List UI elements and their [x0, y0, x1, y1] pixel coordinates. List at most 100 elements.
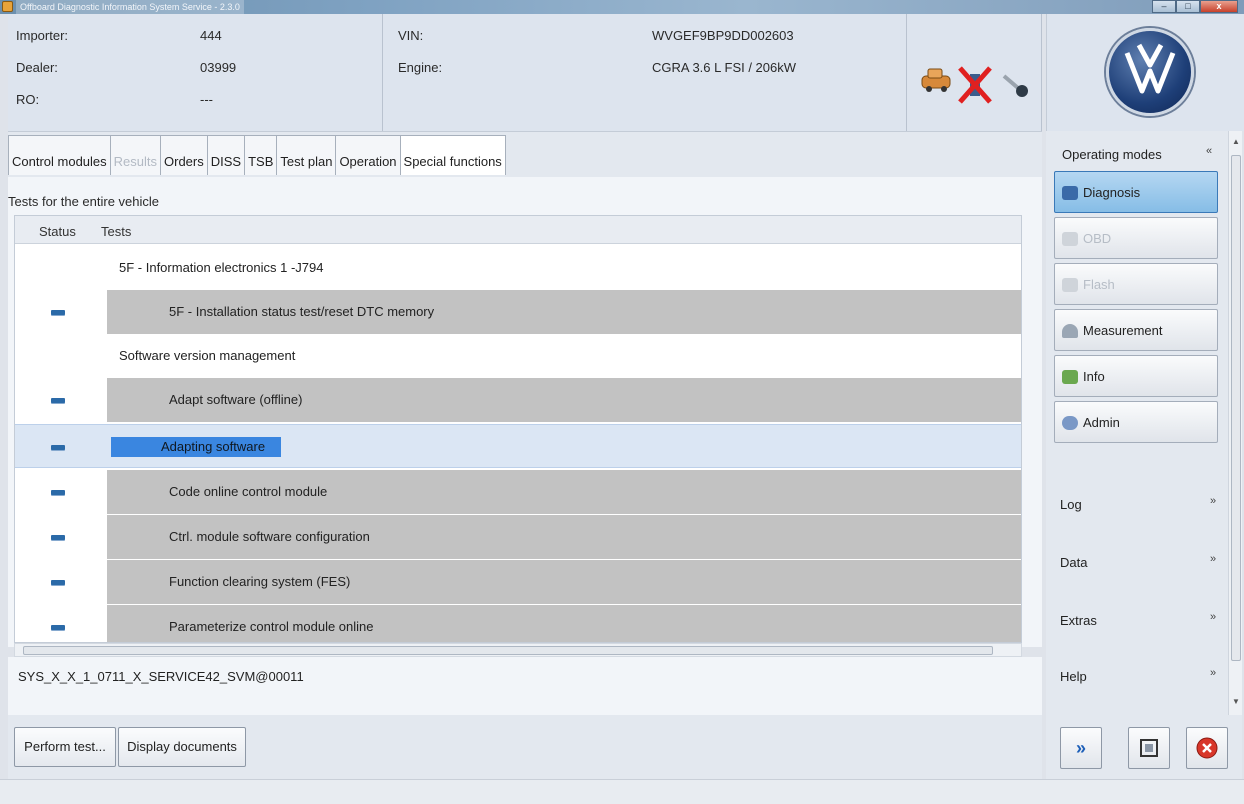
scroll-thumb[interactable]: [23, 646, 993, 655]
screenshot-icon: [1140, 739, 1158, 757]
mode-info-button[interactable]: Info: [1054, 355, 1218, 397]
sidebar-scrollbar[interactable]: ▲ ▼: [1228, 131, 1242, 715]
column-header-tests[interactable]: Tests: [101, 224, 131, 239]
test-cell: Code online control module: [107, 470, 1021, 514]
tab-control-modules[interactable]: Control modules: [8, 135, 111, 175]
table-header: Status Tests: [15, 216, 1021, 244]
scroll-thumb[interactable]: [1231, 155, 1241, 661]
tab-diss[interactable]: DISS: [206, 135, 246, 175]
table-row[interactable]: 5F - Installation status test/reset DTC …: [15, 290, 1021, 334]
table-row[interactable]: Adapt software (offline): [15, 378, 1021, 422]
test-cell: 5F - Information electronics 1 -J794: [107, 246, 1021, 290]
car-icon: [921, 68, 951, 92]
screenshot-button[interactable]: [1128, 727, 1170, 769]
maximize-button[interactable]: □: [1176, 0, 1200, 13]
exit-icon: [1196, 737, 1218, 759]
test-id-text: SYS_X_X_1_0711_X_SERVICE42_SVM@00011: [18, 669, 304, 684]
status-indicator-icon: [51, 580, 65, 585]
scroll-down-icon[interactable]: ▼: [1232, 697, 1240, 706]
sidebar-section-data[interactable]: Data »: [1052, 537, 1220, 593]
close-button[interactable]: x: [1200, 0, 1238, 13]
status-cell: [15, 515, 107, 559]
tab-orders[interactable]: Orders: [160, 135, 208, 175]
mode-label: OBD: [1083, 231, 1112, 246]
display-documents-button[interactable]: Display documents: [118, 727, 246, 767]
scroll-up-icon[interactable]: ▲: [1232, 137, 1240, 146]
exit-button[interactable]: [1186, 727, 1228, 769]
tab-test-plan[interactable]: Test plan: [276, 135, 337, 175]
horizontal-scrollbar[interactable]: [14, 643, 1022, 657]
connection-status-icons: [908, 14, 1042, 131]
table-row[interactable]: Function clearing system (FES): [15, 560, 1021, 604]
importer-label: Importer:: [16, 28, 69, 43]
header-divider: [906, 14, 907, 131]
status-cell: [15, 560, 107, 604]
admin-gear-icon: [1062, 416, 1078, 430]
mode-admin-button[interactable]: Admin: [1054, 401, 1218, 443]
tab-list: Control modules Results Orders DISS TSB …: [8, 135, 506, 175]
test-label: Adapt software (offline): [169, 392, 303, 407]
gauge-icon: [1062, 324, 1078, 338]
sidebar-section-extras[interactable]: Extras »: [1052, 595, 1220, 651]
window-controls: – □ x: [1152, 0, 1238, 14]
section-label: Extras: [1060, 613, 1097, 628]
test-cell: Software version management: [107, 334, 1021, 378]
header-divider: [382, 14, 383, 131]
column-header-status[interactable]: Status: [39, 224, 76, 239]
section-title: Tests for the entire vehicle: [8, 194, 160, 209]
forward-button[interactable]: »: [1060, 727, 1102, 769]
expand-icon[interactable]: »: [1210, 495, 1216, 507]
minimize-button[interactable]: –: [1152, 0, 1176, 13]
table-row-selected[interactable]: Adapting software: [15, 424, 1021, 468]
engine-value: CGRA 3.6 L FSI / 206kW: [652, 60, 797, 75]
sidebar-section-log[interactable]: Log »: [1052, 479, 1220, 535]
mode-flash-button[interactable]: Flash: [1054, 263, 1218, 305]
mode-obd-button[interactable]: OBD: [1054, 217, 1218, 259]
flash-icon: [1062, 278, 1078, 292]
test-cell: Adapt software (offline): [107, 378, 1021, 422]
app-icon: [2, 1, 13, 12]
test-cell: Ctrl. module software configuration: [107, 515, 1021, 559]
vw-logo: [1106, 28, 1194, 116]
mode-label: Diagnosis: [1083, 185, 1141, 200]
sidebar-section-help[interactable]: Help »: [1052, 651, 1220, 707]
mode-measurement-button[interactable]: Measurement: [1054, 309, 1218, 351]
table-row[interactable]: 5F - Information electronics 1 -J794: [15, 246, 1021, 290]
test-id-panel: SYS_X_X_1_0711_X_SERVICE42_SVM@00011: [8, 657, 1042, 715]
table-row[interactable]: Software version management: [15, 334, 1021, 378]
perform-test-button[interactable]: Perform test...: [14, 727, 116, 767]
status-indicator-icon: [51, 535, 65, 540]
expand-icon[interactable]: »: [1210, 667, 1216, 679]
status-bar: [0, 779, 1244, 804]
tab-tsb[interactable]: TSB: [244, 135, 278, 175]
section-label: Help: [1060, 669, 1087, 684]
table-row[interactable]: Code online control module: [15, 470, 1021, 514]
status-icons-svg: [921, 66, 1028, 104]
test-label: Adapting software: [161, 439, 266, 454]
section-label: Log: [1060, 497, 1082, 512]
test-label: 5F - Installation status test/reset DTC …: [169, 304, 435, 319]
test-label: Function clearing system (FES): [169, 574, 351, 589]
tab-results[interactable]: Results: [109, 135, 162, 175]
importer-value: 444: [200, 28, 222, 43]
tab-operation[interactable]: Operation: [335, 135, 401, 175]
tests-table: Status Tests 5F - Information electronic…: [14, 215, 1022, 643]
test-group-label: Software version management: [119, 348, 296, 363]
expand-icon[interactable]: »: [1210, 611, 1216, 623]
table-row[interactable]: Ctrl. module software configuration: [15, 515, 1021, 559]
table-row[interactable]: Parameterize control module online: [15, 605, 1021, 642]
mode-label: Info: [1083, 369, 1105, 384]
collapse-icon[interactable]: «: [1206, 145, 1212, 157]
status-cell: [15, 470, 107, 514]
mode-label: Admin: [1083, 415, 1120, 430]
tab-special-functions[interactable]: Special functions: [399, 135, 506, 175]
key-icon: [1002, 74, 1028, 97]
vehicle-info-header: [8, 14, 1042, 131]
expand-icon[interactable]: »: [1210, 553, 1216, 565]
mode-diagnosis-button[interactable]: Diagnosis: [1054, 171, 1218, 213]
no-connection-icon: [958, 66, 992, 104]
status-indicator-icon: [51, 310, 65, 315]
test-label: Code online control module: [169, 484, 328, 499]
test-cell: Parameterize control module online: [107, 605, 1021, 642]
test-cell: 5F - Installation status test/reset DTC …: [107, 290, 1021, 334]
